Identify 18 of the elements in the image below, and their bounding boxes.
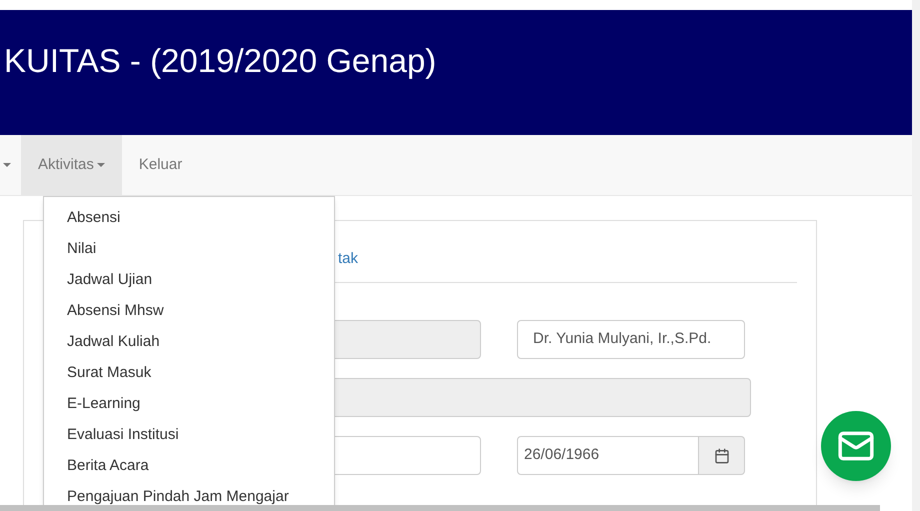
calendar-icon <box>714 448 730 464</box>
menu-item[interactable]: Jadwal Kuliah <box>44 327 183 358</box>
nav-item[interactable]: Keluar <box>122 135 200 195</box>
menu-item[interactable]: Nilai <box>44 234 120 265</box>
page-title: KUITAS - (2019/2020 Genap) <box>4 41 436 81</box>
menu-item[interactable]: Absensi <box>44 203 144 234</box>
menu-item[interactable]: E-Learning <box>44 389 164 420</box>
menu-item[interactable]: Berita Acara <box>44 451 172 482</box>
tab-link[interactable]: tak <box>338 250 358 267</box>
date-field[interactable]: 26/06/1966 <box>517 436 699 475</box>
menu-item[interactable]: Absensi Mhsw <box>44 296 187 327</box>
calendar-button[interactable] <box>699 436 745 475</box>
menu-item[interactable]: Evaluasi Institusi <box>44 420 202 451</box>
menu-item[interactable]: Jadwal Ujian <box>44 265 176 296</box>
input-field[interactable]: Dr. Yunia Mulyani, Ir.,S.Pd. <box>517 320 745 359</box>
menu-item[interactable]: Surat Masuk <box>44 358 174 389</box>
nav-item[interactable]: Aktivitas <box>21 135 122 195</box>
menu-item[interactable]: Pengajuan Pindah Jam Mengajar <box>44 482 312 511</box>
